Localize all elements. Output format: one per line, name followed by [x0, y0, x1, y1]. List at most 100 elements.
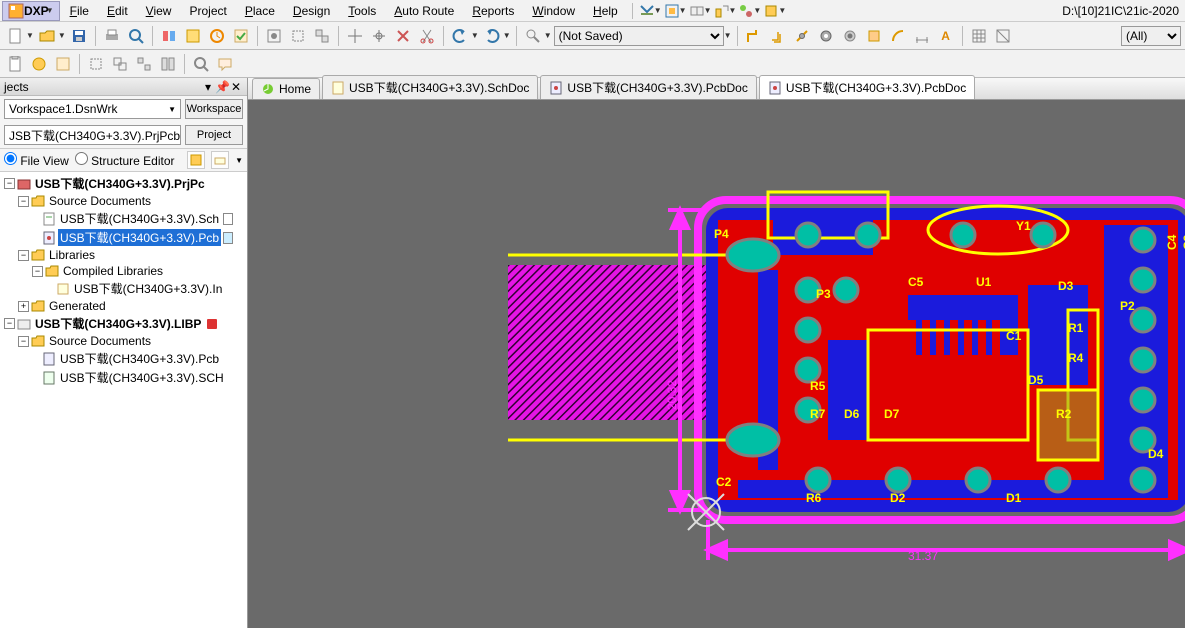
via-btn[interactable]	[791, 25, 813, 47]
menu-icon-1[interactable]	[639, 3, 655, 19]
menu-icon-2[interactable]	[664, 3, 680, 19]
compile2-btn[interactable]	[52, 53, 74, 75]
menu-file[interactable]: File	[62, 2, 97, 20]
msg-btn[interactable]	[214, 53, 236, 75]
tree-schlib[interactable]: USB下载(CH340G+3.3V).SCH	[0, 368, 247, 387]
tree-gen[interactable]: +Generated	[0, 298, 247, 314]
wiki-btn[interactable]	[28, 53, 50, 75]
lib-button[interactable]	[182, 25, 204, 47]
svg-text:P2: P2	[1120, 299, 1135, 313]
svg-text:R4: R4	[1068, 351, 1084, 365]
radio-file-view[interactable]: File View	[4, 152, 69, 168]
svg-text:D6: D6	[844, 407, 860, 421]
menu-icon-4[interactable]	[714, 3, 730, 19]
filter-select[interactable]: (All)	[1121, 26, 1181, 46]
radio-structure[interactable]: Structure Editor	[75, 152, 175, 168]
tree-pcbdoc[interactable]: USB下载(CH340G+3.3V).Pcb	[0, 228, 247, 247]
zoom-area-button[interactable]	[287, 25, 309, 47]
tab-schdoc[interactable]: USB下载(CH340G+3.3V).SchDoc	[322, 75, 538, 99]
print-button[interactable]	[101, 25, 123, 47]
text-btn[interactable]: A	[935, 25, 957, 47]
undo-button[interactable]	[449, 25, 471, 47]
new-button[interactable]	[4, 25, 26, 47]
eco-button[interactable]	[206, 25, 228, 47]
menu-reports[interactable]: Reports	[464, 2, 522, 20]
tree-schdoc[interactable]: USB下载(CH340G+3.3V).Sch	[0, 209, 247, 228]
pin-icon[interactable]: 📌	[215, 80, 229, 94]
svg-text:C2: C2	[716, 475, 732, 489]
menu-place[interactable]: Place	[237, 2, 283, 20]
diffpair-btn[interactable]	[767, 25, 789, 47]
preview-button[interactable]	[125, 25, 147, 47]
panel-ico-2[interactable]	[211, 151, 229, 169]
zoom-btn[interactable]	[190, 53, 212, 75]
pcb-canvas[interactable]: P4 P3 C5 U1 D3 Y1 C1 R1 R4 D5 R5 R7 D6 D…	[248, 100, 1185, 628]
save-button[interactable]	[68, 25, 90, 47]
menu-project[interactable]: Project	[181, 2, 234, 20]
route-btn[interactable]	[743, 25, 765, 47]
arc-btn[interactable]	[887, 25, 909, 47]
sel1-btn[interactable]	[85, 53, 107, 75]
svg-text:R5: R5	[810, 379, 826, 393]
tree-pcblib[interactable]: USB下载(CH340G+3.3V).Pcb	[0, 349, 247, 368]
workspace-field[interactable]: Vorkspace1.DsnWrk▼	[4, 99, 181, 119]
close-icon[interactable]: ✕	[229, 80, 243, 94]
origin-button[interactable]	[368, 25, 390, 47]
tree-libs[interactable]: −Libraries	[0, 247, 247, 263]
menu-icon-5[interactable]	[738, 3, 754, 19]
pcb-drawing: P4 P3 C5 U1 D3 Y1 C1 R1 R4 D5 R5 R7 D6 D…	[508, 180, 1185, 620]
svg-text:R6: R6	[806, 491, 822, 505]
dirty-icon	[207, 319, 217, 329]
tab-home[interactable]: Home	[252, 78, 320, 99]
menu-tools[interactable]: Tools	[340, 2, 384, 20]
menu-icon-3[interactable]	[689, 3, 705, 19]
nets-button[interactable]	[392, 25, 414, 47]
open-button[interactable]	[36, 25, 58, 47]
zoom-fit-button[interactable]	[263, 25, 285, 47]
menu-view[interactable]: View	[138, 2, 180, 20]
grid1-btn[interactable]	[968, 25, 990, 47]
dim-btn[interactable]	[911, 25, 933, 47]
cross-button[interactable]	[344, 25, 366, 47]
snap-button[interactable]	[522, 25, 544, 47]
sel2-btn[interactable]	[109, 53, 131, 75]
grid2-btn[interactable]	[992, 25, 1014, 47]
menu-design[interactable]: Design	[285, 2, 338, 20]
tree-intlib[interactable]: USB下载(CH340G+3.3V).In	[0, 279, 247, 298]
project-tree[interactable]: −USB下载(CH340G+3.3V).PrjPc −Source Docume…	[0, 172, 247, 628]
compile-button[interactable]	[230, 25, 252, 47]
pad-btn[interactable]	[815, 25, 837, 47]
workspace-button[interactable]: Workspace	[185, 99, 243, 119]
menu-edit[interactable]: Edit	[99, 2, 136, 20]
sel4-btn[interactable]	[157, 53, 179, 75]
menu-autoroute[interactable]: Auto Route	[386, 2, 462, 20]
clip-btn[interactable]	[4, 53, 26, 75]
tree-project-1[interactable]: −USB下载(CH340G+3.3V).PrjPc	[0, 174, 247, 193]
tree-srcdocs-1[interactable]: −Source Documents	[0, 193, 247, 209]
fill-btn[interactable]	[863, 25, 885, 47]
dxp-button[interactable]: DXP ▼	[2, 1, 60, 21]
menu-icon-6[interactable]	[763, 3, 779, 19]
panel-ico-1[interactable]	[187, 151, 205, 169]
tree-srcdocs-2[interactable]: −Source Documents	[0, 333, 247, 349]
tree-libp[interactable]: −USB下载(CH340G+3.3V).LIBP	[0, 314, 247, 333]
project-button[interactable]: Project	[185, 125, 243, 145]
via2-btn[interactable]	[839, 25, 861, 47]
snap-select[interactable]: (Not Saved)	[554, 26, 724, 46]
menu-window[interactable]: Window	[524, 2, 583, 20]
svg-text:Y1: Y1	[1016, 219, 1031, 233]
zoom-sel-button[interactable]	[311, 25, 333, 47]
tab-pcbdoc-1[interactable]: USB下载(CH340G+3.3V).PcbDoc	[540, 75, 756, 99]
cut-button[interactable]	[416, 25, 438, 47]
devices-button[interactable]	[158, 25, 180, 47]
svg-text:20.32: 20.32	[665, 380, 679, 410]
sel3-btn[interactable]	[133, 53, 155, 75]
project-field[interactable]: JSB下载(CH340G+3.3V).PrjPcb	[4, 125, 181, 145]
tab-pcbdoc-2[interactable]: USB下载(CH340G+3.3V).PcbDoc	[759, 75, 975, 99]
menu-help[interactable]: Help	[585, 2, 626, 20]
menu-bar: DXP ▼ File Edit View Project Place Desig…	[0, 0, 1185, 22]
svg-text:C4: C4	[1165, 234, 1179, 250]
tree-compiled[interactable]: −Compiled Libraries	[0, 263, 247, 279]
dropdown-icon[interactable]: ▾	[201, 80, 215, 94]
redo-button[interactable]	[481, 25, 503, 47]
